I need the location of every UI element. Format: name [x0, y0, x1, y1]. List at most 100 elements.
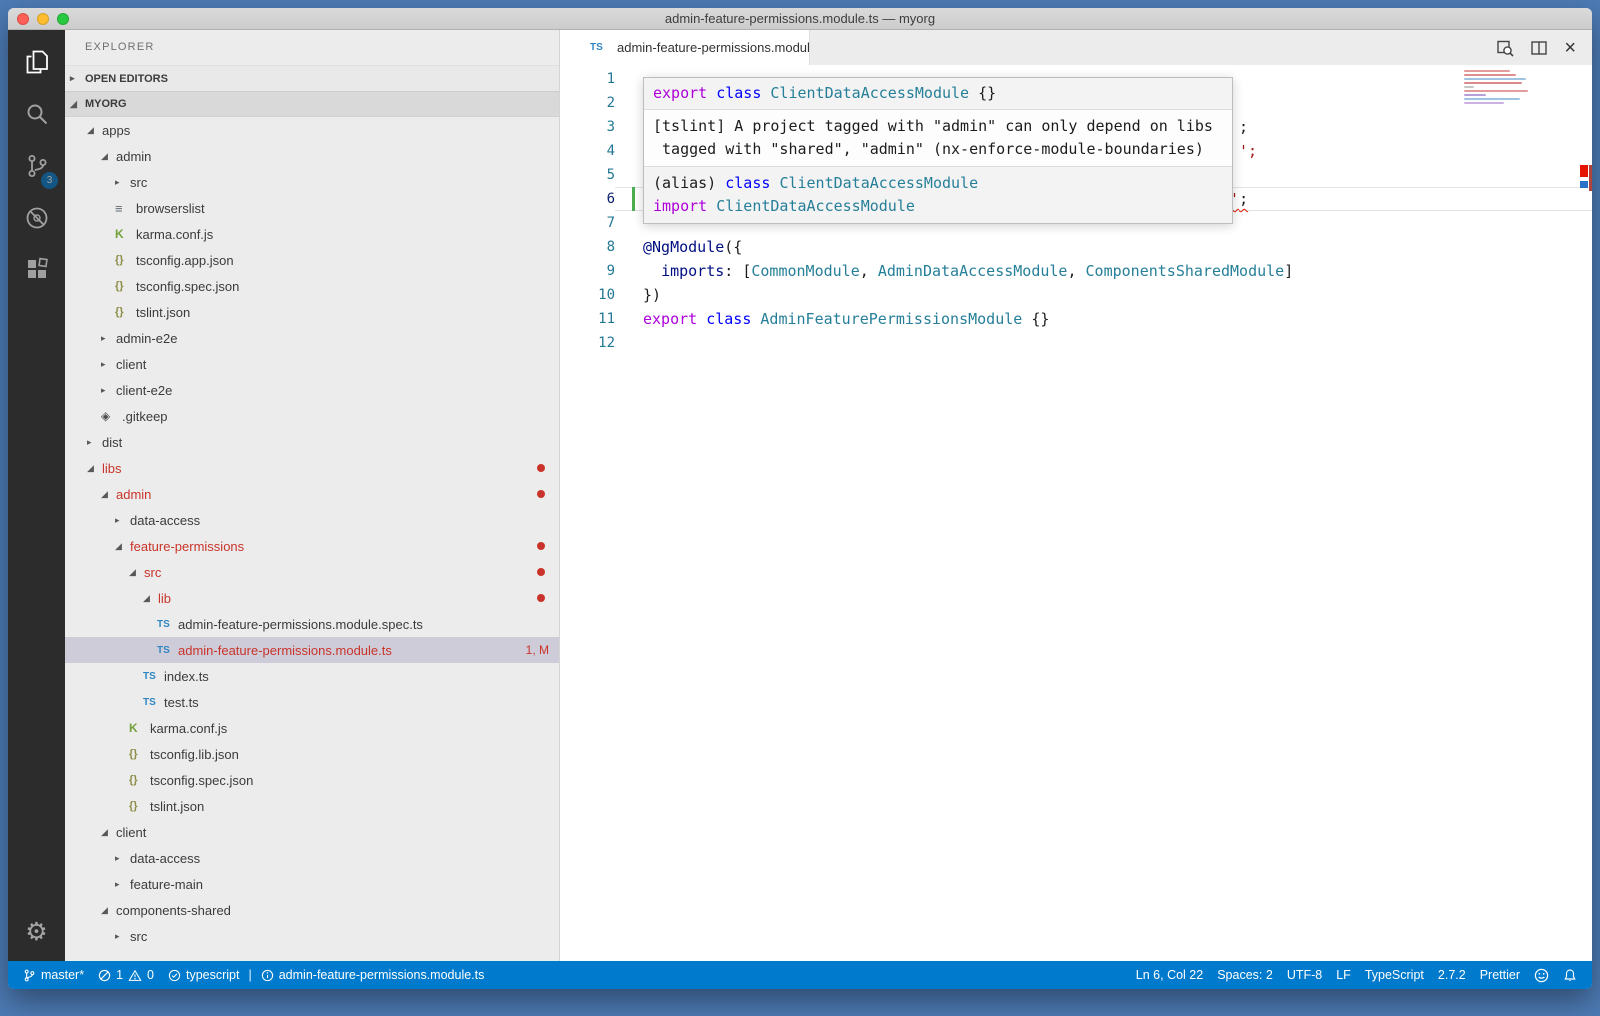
status-bar: master* 1 0 typescript | admin-feature-p… [8, 961, 1592, 989]
encoding-item[interactable]: UTF-8 [1280, 961, 1329, 989]
file-status-item[interactable]: admin-feature-permissions.module.ts [254, 961, 492, 989]
eol-label: LF [1336, 968, 1351, 982]
tree-item-index.ts[interactable]: TSindex.ts [65, 663, 559, 689]
code-line-9[interactable]: 9 imports: [CommonModule, AdminDataAcces… [560, 259, 1592, 283]
tree-item-browserslist[interactable]: ≡browserslist [65, 195, 559, 221]
tree-item-data-access[interactable]: ▸data-access [65, 845, 559, 871]
tree-item-tsconfig.lib.json[interactable]: {}tsconfig.lib.json [65, 741, 559, 767]
tree-item-admin-e2e[interactable]: ▸admin-e2e [65, 325, 559, 351]
twisty-collapsed-icon[interactable]: ▸ [115, 853, 130, 864]
tree-item-admin[interactable]: ◢admin [65, 481, 559, 507]
twisty-collapsed-icon[interactable]: ▸ [87, 437, 102, 448]
twisty-expanded-icon[interactable]: ◢ [143, 593, 158, 604]
twisty-expanded-icon[interactable]: ◢ [101, 151, 116, 162]
tree-item-src[interactable]: ▸src [65, 923, 559, 949]
linter-status-item[interactable]: typescript [161, 961, 247, 989]
twisty-collapsed-icon[interactable]: ▸ [101, 333, 116, 344]
settings-gear-icon[interactable]: ⚙ [25, 917, 47, 947]
tree-item-lib[interactable]: ◢lib [65, 585, 559, 611]
open-editors-section[interactable]: ▸ OPEN EDITORS [65, 65, 559, 91]
minimap[interactable] [1464, 70, 1530, 106]
tab-label: admin-feature-permissions.module.ts [617, 40, 810, 55]
code-line-11[interactable]: 11export class AdminFeaturePermissionsMo… [560, 307, 1592, 331]
open-preview-icon[interactable] [1496, 39, 1514, 57]
twisty-expanded-icon[interactable]: ◢ [87, 125, 102, 136]
ts-file-icon: TS [157, 645, 178, 656]
workspace-root-section[interactable]: ◢ MYORG [65, 91, 559, 117]
twisty-collapsed-icon[interactable]: ▸ [101, 359, 116, 370]
tree-item-label: components-shared [116, 903, 231, 918]
twisty-expanded-icon[interactable]: ◢ [101, 827, 116, 838]
cursor-position-item[interactable]: Ln 6, Col 22 [1129, 961, 1210, 989]
tree-item-tslint.json[interactable]: {}tslint.json [65, 793, 559, 819]
zoom-window-button[interactable] [57, 13, 69, 25]
tab-admin-feature-permissions[interactable]: TS admin-feature-permissions.module.ts [560, 30, 810, 65]
code-line-12[interactable]: 12 [560, 331, 1592, 355]
tree-item-test.ts[interactable]: TStest.ts [65, 689, 559, 715]
twisty-expanded-icon[interactable]: ◢ [129, 567, 144, 578]
warning-count: 0 [147, 968, 154, 982]
code-line-10[interactable]: 10}) [560, 283, 1592, 307]
tree-item-libs[interactable]: ◢libs [65, 455, 559, 481]
minimize-window-button[interactable] [37, 13, 49, 25]
error-count: 1 [116, 968, 123, 982]
line-number: 3 [560, 119, 615, 135]
git-branch-item[interactable]: master* [16, 961, 91, 989]
tree-item-client-e2e[interactable]: ▸client-e2e [65, 377, 559, 403]
tree-item-src[interactable]: ▸src [65, 169, 559, 195]
tree-item-admin-feature-permissions.module.spec.ts[interactable]: TSadmin-feature-permissions.module.spec.… [65, 611, 559, 637]
tree-item-karma.conf.js[interactable]: Kkarma.conf.js [65, 221, 559, 247]
ts-file-icon: TS [590, 42, 611, 53]
close-editor-icon[interactable]: × [1564, 38, 1576, 58]
tree-item-admin-feature-permissions.module.ts[interactable]: TSadmin-feature-permissions.module.ts1, … [65, 637, 559, 663]
formatter-item[interactable]: Prettier [1473, 961, 1527, 989]
debug-icon[interactable] [8, 192, 65, 244]
code-area[interactable]: 123 ;4 ';56import { ClientDataAccessModu… [560, 65, 1592, 961]
open-editors-label: OPEN EDITORS [85, 73, 168, 85]
extensions-icon[interactable] [8, 244, 65, 296]
twisty-expanded-icon[interactable]: ◢ [87, 463, 102, 474]
tree-item-admin[interactable]: ◢admin [65, 143, 559, 169]
tslint-message-line: [tslint] A project tagged with "admin" c… [653, 115, 1223, 138]
indentation-item[interactable]: Spaces: 2 [1210, 961, 1280, 989]
tree-item-feature-permissions[interactable]: ◢feature-permissions [65, 533, 559, 559]
eol-item[interactable]: LF [1329, 961, 1358, 989]
twisty-collapsed-icon[interactable]: ▸ [115, 177, 130, 188]
hover-tooltip: export class ClientDataAccessModule {} [… [643, 77, 1233, 224]
tree-item-label: lib [158, 591, 171, 606]
tree-item-tsconfig.app.json[interactable]: {}tsconfig.app.json [65, 247, 559, 273]
search-icon[interactable] [8, 88, 65, 140]
tree-item-tslint.json[interactable]: {}tslint.json [65, 299, 559, 325]
tree-item-feature-main[interactable]: ▸feature-main [65, 871, 559, 897]
tree-item-data-access[interactable]: ▸data-access [65, 507, 559, 533]
tree-item-karma.conf.js[interactable]: Kkarma.conf.js [65, 715, 559, 741]
twisty-expanded-icon[interactable]: ◢ [101, 489, 116, 500]
language-mode-item[interactable]: TypeScript [1358, 961, 1431, 989]
notifications-bell-icon[interactable] [1556, 961, 1584, 989]
tree-item-tsconfig.spec.json[interactable]: {}tsconfig.spec.json [65, 767, 559, 793]
feedback-smiley-icon[interactable] [1527, 961, 1556, 989]
twisty-expanded-icon[interactable]: ◢ [115, 541, 130, 552]
twisty-collapsed-icon[interactable]: ▸ [115, 515, 130, 526]
code-line-8[interactable]: 8@NgModule({ [560, 235, 1592, 259]
tree-item-src[interactable]: ◢src [65, 559, 559, 585]
twisty-expanded-icon[interactable]: ◢ [101, 905, 116, 916]
close-window-button[interactable] [17, 13, 29, 25]
tree-item-.gitkeep[interactable]: ◈.gitkeep [65, 403, 559, 429]
source-control-icon[interactable]: 3 [8, 140, 65, 192]
twisty-collapsed-icon[interactable]: ▸ [101, 385, 116, 396]
twisty-collapsed-icon[interactable]: ▸ [115, 879, 130, 890]
explorer-icon[interactable] [8, 36, 65, 88]
tree-item-client[interactable]: ▸client [65, 351, 559, 377]
twisty-collapsed-icon[interactable]: ▸ [115, 931, 130, 942]
tree-item-tsconfig.spec.json[interactable]: {}tsconfig.spec.json [65, 273, 559, 299]
tree-item-label: karma.conf.js [150, 721, 227, 736]
problems-item[interactable]: 1 0 [91, 961, 161, 989]
split-editor-icon[interactable] [1530, 39, 1548, 57]
tree-item-apps[interactable]: ◢apps [65, 117, 559, 143]
tree-item-client[interactable]: ◢client [65, 819, 559, 845]
tree-item-components-shared[interactable]: ◢components-shared [65, 897, 559, 923]
tree-item-label: admin [116, 487, 151, 502]
ts-version-item[interactable]: 2.7.2 [1431, 961, 1473, 989]
tree-item-dist[interactable]: ▸dist [65, 429, 559, 455]
